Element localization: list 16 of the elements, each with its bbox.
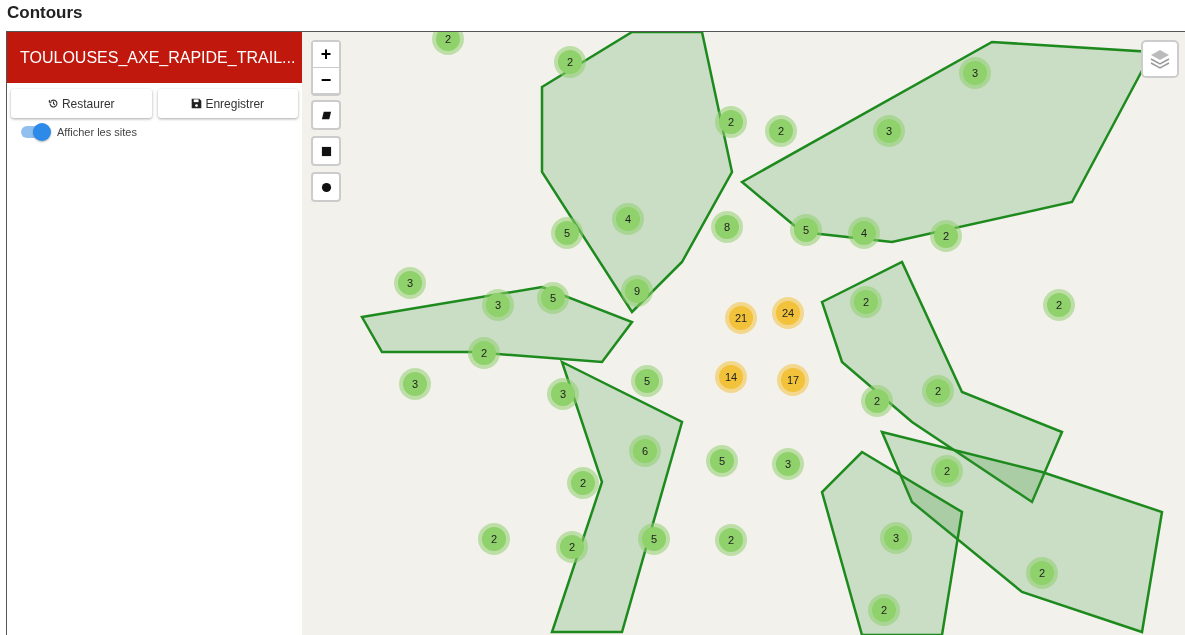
page-title: Contours xyxy=(6,2,84,24)
square-icon xyxy=(320,145,332,157)
history-icon xyxy=(47,98,59,109)
layers-icon xyxy=(1148,47,1172,71)
toggle-switch[interactable] xyxy=(21,126,49,138)
circle-draw-button[interactable] xyxy=(311,172,341,202)
panel-title: TOULOUSES_AXE_RAPIDE_TRAIL... xyxy=(20,48,296,67)
parallelogram-draw-button[interactable] xyxy=(311,100,341,130)
save-button[interactable]: Enregistrer xyxy=(157,89,298,118)
restore-button[interactable]: Restaurer xyxy=(11,89,152,118)
layers-button[interactable] xyxy=(1141,40,1179,78)
zoom-in-button[interactable]: + xyxy=(313,42,339,68)
circle-icon xyxy=(320,181,332,193)
square-draw-button[interactable] xyxy=(311,136,341,166)
parallelogram-icon xyxy=(320,109,332,121)
toggle-label: Afficher les sites xyxy=(57,126,137,138)
